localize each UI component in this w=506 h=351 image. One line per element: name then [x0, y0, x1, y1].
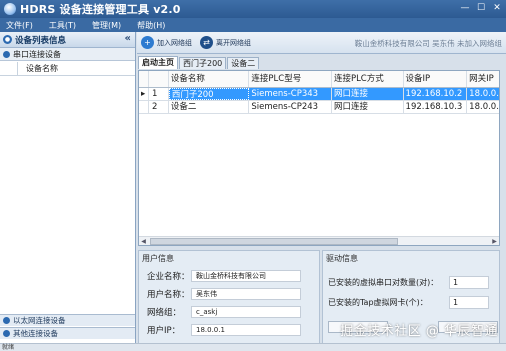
table-row[interactable]: 2 设备二 Siemens-CP243 网口连接 192.168.10.3 18… [139, 101, 499, 114]
username-row: 用户名称： 吴东伟 [147, 287, 301, 300]
menu-help[interactable]: 帮助(H) [137, 20, 165, 31]
scroll-left-icon[interactable]: ◀ [139, 238, 148, 245]
tap-adapter-row: 已安装的Tap虚拟网卡(个)： 1 [328, 295, 489, 309]
leave-group-button[interactable]: ⇄ 离开网络组 [200, 36, 251, 49]
menu-file[interactable]: 文件(F) [6, 20, 33, 31]
status-bar: 就绪 [0, 343, 506, 351]
grid-horizontal-scrollbar[interactable]: ◀ ▶ [139, 236, 499, 245]
sidebar: ● 设备列表信息 « 串口连接设备 设备名称 以太网连接设备 其他连接设备 [0, 32, 136, 351]
user-ip-field[interactable]: 18.0.0.1 [191, 323, 301, 336]
close-icon[interactable]: ✕ [490, 2, 504, 15]
grid-header: 设备名称 连接PLC型号 连接PLC方式 设备IP 网关IP [139, 71, 499, 88]
column-plc-model[interactable]: 连接PLC型号 [249, 71, 332, 87]
column-plc-mode[interactable]: 连接PLC方式 [332, 71, 404, 87]
tab-device2[interactable]: 设备二 [227, 57, 260, 69]
user-info-title: 用户信息 [142, 254, 174, 263]
sidebar-group-ethernet[interactable]: 以太网连接设备 [0, 314, 135, 326]
account-status-text: 鞍山金桥科技有限公司 吴东伟 未加入网络组 [354, 39, 502, 48]
collapse-icon[interactable]: « [125, 33, 131, 44]
tab-home[interactable]: 启动主页 [138, 56, 178, 69]
table-row[interactable]: ▸ 1 西门子200 Siemens-CP343 网口连接 192.168.10… [139, 88, 499, 101]
sidebar-group-serial[interactable]: 串口连接设备 [0, 48, 135, 61]
maximize-icon[interactable]: ☐ [474, 2, 488, 15]
sidebar-title: 设备列表信息 [15, 35, 67, 46]
company-field[interactable]: 鞍山金桥科技有限公司 [191, 269, 301, 282]
network-group-row: 网络组： c_askj [147, 305, 301, 318]
tab-strip: 启动主页 西门子200 设备二 [138, 56, 260, 69]
virtual-serial-count: 1 [449, 275, 489, 289]
app-icon [4, 3, 16, 15]
row-pointer-icon: ▸ [139, 88, 149, 100]
sidebar-header: ● 设备列表信息 « [0, 32, 135, 48]
leave-group-icon: ⇄ [200, 36, 213, 49]
ethernet-icon [3, 317, 10, 324]
column-gateway-ip[interactable]: 网关IP [467, 71, 499, 87]
watermark-text: 掘金技术社区 @ 华辰智通 [340, 324, 498, 339]
virtual-serial-row: 已安装的虚拟串口对数量(对)： 1 [328, 275, 489, 289]
other-device-icon [3, 330, 10, 337]
network-group-field[interactable]: c_askj [191, 305, 301, 318]
sidebar-table-header: 设备名称 [0, 62, 135, 76]
tap-adapter-count: 1 [449, 295, 489, 309]
minimize-icon[interactable]: — [458, 2, 472, 15]
sidebar-device-table: 设备名称 [0, 62, 135, 76]
column-device-ip[interactable]: 设备IP [404, 71, 468, 87]
add-group-icon: + [141, 36, 154, 49]
menu-bar: 文件(F) 工具(T) 管理(M) 帮助(H) [0, 18, 506, 32]
sidebar-group-label: 其他连接设备 [13, 329, 58, 338]
username-field[interactable]: 吴东伟 [191, 287, 301, 300]
user-ip-row: 用户IP： 18.0.0.1 [147, 323, 301, 336]
toolbar: + 加入网络组 ⇄ 离开网络组 鞍山金桥科技有限公司 吴东伟 未加入网络组 [137, 32, 506, 54]
scroll-right-icon[interactable]: ▶ [490, 238, 499, 245]
menu-tools[interactable]: 工具(T) [49, 20, 76, 31]
sidebar-group-other[interactable]: 其他连接设备 [0, 327, 135, 339]
company-row: 企业名称： 鞍山金桥科技有限公司 [147, 269, 301, 282]
driver-info-title: 驱动信息 [326, 254, 358, 263]
menu-manage[interactable]: 管理(M) [92, 20, 121, 31]
sidebar-group-label: 串口连接设备 [13, 49, 61, 59]
user-info-panel: 用户信息 企业名称： 鞍山金桥科技有限公司 用户名称： 吴东伟 网络组： c_a… [138, 250, 320, 346]
add-group-button[interactable]: + 加入网络组 [141, 36, 192, 49]
serial-device-icon [3, 50, 10, 58]
title-bar: HDRS 设备连接管理工具 v2.0 — ☐ ✕ [0, 0, 506, 18]
sidebar-group-label: 以太网连接设备 [13, 316, 66, 325]
device-list-icon: ● [3, 35, 12, 44]
window-controls: — ☐ ✕ [458, 2, 504, 15]
tab-siemens200[interactable]: 西门子200 [179, 57, 227, 69]
window-title: HDRS 设备连接管理工具 v2.0 [20, 3, 181, 16]
scrollbar-thumb[interactable] [150, 237, 398, 245]
device-grid: 设备名称 连接PLC型号 连接PLC方式 设备IP 网关IP ▸ 1 西门子20… [138, 70, 500, 246]
column-device-name[interactable]: 设备名称 [169, 71, 250, 87]
column-device-name[interactable]: 设备名称 [18, 62, 135, 75]
